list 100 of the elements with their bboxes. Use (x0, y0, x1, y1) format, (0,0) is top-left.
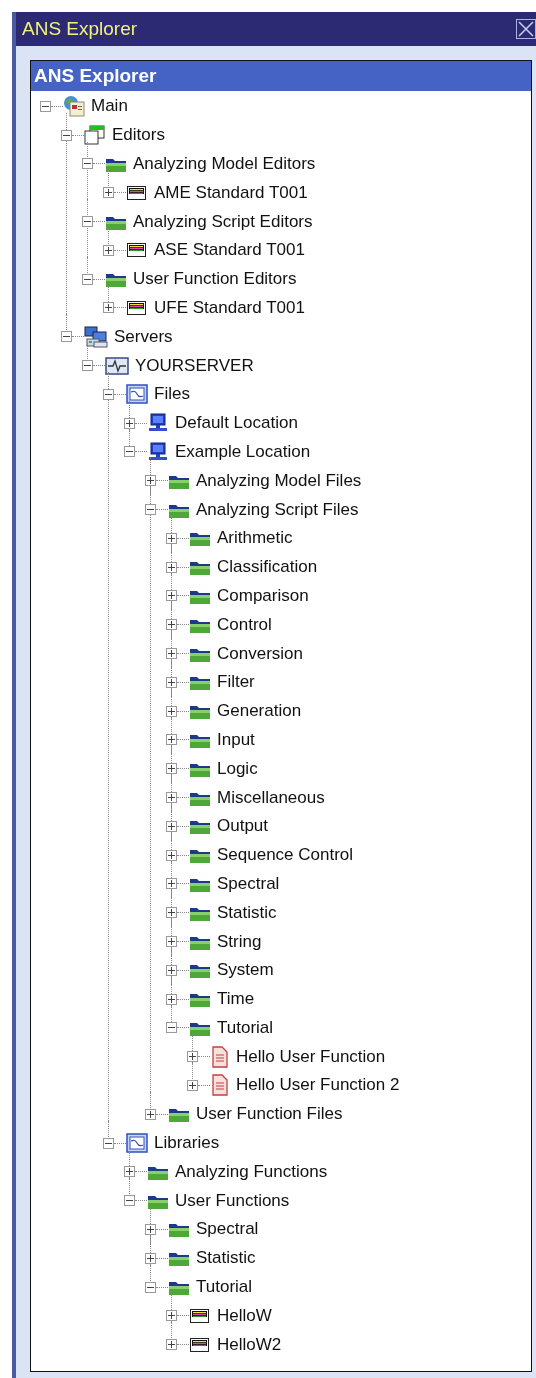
expander-toggle[interactable] (187, 1080, 198, 1091)
tree-item[interactable]: User Functions (175, 1190, 290, 1211)
tree-item[interactable]: Conversion (217, 643, 303, 664)
expander-toggle[interactable] (166, 561, 177, 573)
tree-item[interactable]: System (217, 960, 274, 981)
expander-toggle[interactable] (166, 763, 177, 775)
plus-icon (168, 621, 175, 629)
tree-item[interactable]: Libraries (154, 1133, 220, 1154)
expander-toggle[interactable] (166, 792, 177, 803)
chart-icon (126, 1133, 148, 1154)
tree-item[interactable]: Editors (112, 125, 165, 146)
expander-toggle[interactable] (166, 878, 177, 890)
tree-item[interactable]: Control (217, 614, 272, 635)
expander-toggle[interactable] (166, 532, 177, 544)
tree-item[interactable]: Example Location (175, 441, 311, 462)
tree-item[interactable]: Generation (217, 701, 302, 722)
expander-toggle[interactable] (166, 590, 177, 602)
expander-toggle[interactable] (103, 302, 114, 314)
tree-item[interactable]: Input (217, 729, 255, 750)
expander-toggle[interactable] (145, 1281, 156, 1293)
tree-item[interactable]: AME Standard T001 (154, 182, 308, 203)
expander-toggle[interactable] (166, 907, 177, 919)
tree-item[interactable]: Output (217, 816, 269, 837)
expander-toggle[interactable] (145, 1108, 156, 1120)
expander-toggle[interactable] (82, 360, 93, 372)
tree-item[interactable]: ASE Standard T001 (154, 240, 305, 261)
expander-toggle[interactable] (124, 1166, 135, 1178)
expander-toggle[interactable] (187, 1051, 198, 1063)
expander-toggle[interactable] (166, 936, 177, 947)
tree-item[interactable]: Analyzing Script Files (196, 499, 359, 520)
tree-item[interactable]: User Function Files (196, 1104, 343, 1125)
expander-toggle[interactable] (166, 1022, 177, 1034)
tree-item[interactable]: Statistic (196, 1248, 256, 1269)
tree-item[interactable]: Analyzing Script Editors (133, 211, 313, 232)
expander-toggle[interactable] (166, 993, 177, 1005)
expander-toggle[interactable] (166, 964, 177, 976)
strip-icon (189, 1306, 211, 1325)
tree-item[interactable]: Tutorial (217, 1017, 274, 1038)
expander-toggle[interactable] (145, 1252, 156, 1264)
tree-item[interactable]: UFE Standard T001 (154, 297, 305, 318)
tree-item[interactable]: Files (154, 384, 190, 405)
plus-icon (168, 765, 175, 773)
tree-item[interactable]: YOURSERVER (135, 355, 254, 376)
expander-toggle[interactable] (61, 331, 72, 343)
expander-toggle[interactable] (166, 676, 177, 688)
expander-toggle[interactable] (82, 216, 93, 228)
tree-item[interactable]: Spectral (217, 873, 280, 894)
tree-item[interactable]: Spectral (196, 1219, 259, 1240)
plus-icon (105, 246, 112, 254)
tree-item[interactable]: Comparison (217, 585, 309, 606)
tree-item[interactable]: Sequence Control (217, 845, 354, 866)
plus-icon (168, 1312, 175, 1320)
expander-toggle[interactable] (103, 244, 114, 256)
plus-icon (168, 938, 175, 945)
expander-toggle[interactable] (166, 1310, 177, 1322)
tree-item[interactable]: Main (91, 96, 128, 117)
expander-toggle[interactable] (166, 619, 177, 631)
tree-item[interactable]: Analyzing Model Editors (133, 154, 316, 174)
expander-toggle[interactable] (166, 648, 177, 660)
expander-toggle[interactable] (166, 849, 177, 861)
tree-item[interactable]: Logic (217, 758, 258, 779)
tree-item[interactable]: String (217, 931, 262, 952)
expander-toggle[interactable] (103, 1137, 114, 1149)
plus-icon (168, 592, 175, 600)
tree-item[interactable]: Tutorial (196, 1277, 253, 1298)
expander-toggle[interactable] (103, 187, 114, 199)
tree-item[interactable]: Statistic (217, 902, 277, 923)
tree-item[interactable]: Filter (217, 672, 255, 693)
tree-item[interactable]: Default Location (175, 413, 298, 434)
chart-icon (126, 384, 148, 405)
tree-item[interactable]: Hello User Function (236, 1046, 386, 1067)
expander-toggle[interactable] (82, 158, 93, 170)
expander-toggle[interactable] (124, 1195, 135, 1207)
tree-item[interactable]: Arithmetic (217, 528, 293, 549)
tree-item[interactable]: User Function Editors (133, 269, 297, 290)
tree-item[interactable]: Analyzing Model Files (196, 470, 362, 491)
tree-item[interactable]: Analyzing Functions (175, 1161, 328, 1182)
expander-toggle[interactable] (166, 705, 177, 717)
expander-toggle[interactable] (103, 388, 114, 400)
expander-toggle[interactable] (124, 417, 135, 429)
close-button[interactable] (516, 19, 536, 39)
expander-toggle[interactable] (145, 1223, 156, 1235)
expander-toggle[interactable] (40, 100, 51, 112)
document-icon (210, 1045, 230, 1068)
plus-icon (105, 304, 112, 312)
tree-item[interactable]: Servers (114, 326, 173, 347)
expander-toggle[interactable] (61, 129, 72, 141)
expander-toggle[interactable] (166, 734, 177, 746)
tree-item[interactable]: Hello User Function 2 (236, 1075, 400, 1096)
expander-toggle[interactable] (82, 273, 93, 285)
expander-toggle[interactable] (145, 475, 156, 487)
tree-item[interactable]: Miscellaneous (217, 787, 325, 808)
tree-item[interactable]: HelloW (217, 1305, 272, 1326)
expander-toggle[interactable] (124, 446, 135, 458)
expander-toggle[interactable] (145, 504, 156, 516)
expander-toggle[interactable] (166, 820, 177, 832)
tree-item[interactable]: Classification (217, 557, 318, 578)
tree-item[interactable]: HelloW2 (217, 1334, 282, 1355)
expander-toggle[interactable] (166, 1339, 177, 1351)
tree-item[interactable]: Time (217, 989, 255, 1010)
